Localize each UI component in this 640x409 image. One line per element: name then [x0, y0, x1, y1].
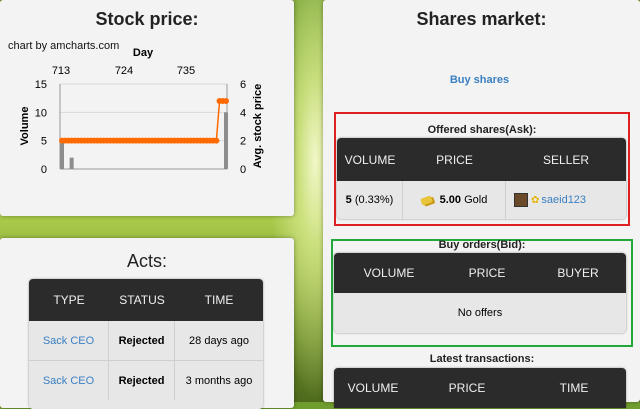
acts-panel: Acts: TYPE STATUS TIME Sack CEO Rejected… — [0, 238, 294, 409]
act-type-link[interactable]: Sack CEO — [29, 361, 109, 400]
act-status: Rejected — [109, 321, 175, 360]
bid-header-volume: VOLUME — [363, 266, 415, 280]
ask-volume-value: 5 — [345, 194, 352, 206]
acts-title: Acts: — [126, 251, 167, 271]
volume-bar — [60, 140, 64, 169]
tx-header-time: TIME — [559, 381, 589, 395]
transactions-table: VOLUME PRICE TIME — [334, 368, 626, 408]
shares-market-title: Shares market: — [416, 9, 547, 29]
acts-header-time: TIME — [204, 293, 234, 307]
star-icon: ✿ — [531, 194, 540, 206]
ask-seller: ✿ saeid123 — [506, 181, 626, 219]
transactions-title: Latest transactions: — [429, 353, 535, 365]
ask-header-price: PRICE — [436, 152, 473, 167]
ask-volume-percent: (0.33%) — [354, 194, 394, 206]
bid-table-header: VOLUME PRICE BUYER — [334, 253, 626, 293]
price-point — [223, 98, 229, 104]
tx-header-volume: VOLUME — [347, 381, 399, 395]
chart-grid — [59, 83, 228, 170]
chart-ylabel: Volume — [19, 107, 31, 146]
buy-shares-link[interactable]: Buy shares — [323, 74, 636, 86]
tx-header-price: PRICE — [448, 381, 486, 395]
price-point — [213, 137, 220, 144]
ask-price-value: 5.00 — [439, 194, 462, 206]
acts-table: TYPE STATUS TIME Sack CEO Rejected 28 da… — [29, 279, 263, 409]
y2-tick-label: 2 — [240, 136, 246, 148]
bid-header-price: PRICE — [468, 266, 506, 280]
price-points — [59, 98, 229, 144]
act-time: 3 months ago — [185, 374, 253, 387]
stock-chart: Day 713 724 735 0 5 10 15 0 2 4 6 Volume Avg. st… — [19, 47, 264, 176]
avatar — [514, 193, 528, 207]
x-tick-label: 713 — [52, 65, 70, 77]
x-tick-label: 724 — [115, 65, 133, 77]
y-tick-label: 5 — [41, 136, 47, 148]
price-line — [62, 100, 226, 142]
gold-icon — [419, 194, 433, 206]
y-tick-label: 15 — [35, 79, 47, 91]
y2-tick-label: 4 — [240, 107, 246, 119]
x-tick-label: 735 — [177, 65, 195, 77]
y2-tick-label: 6 — [240, 79, 246, 91]
act-status: Rejected — [109, 361, 175, 400]
table-row: Sack CEO Rejected 28 days ago — [29, 321, 263, 361]
ask-header-seller: SELLER — [542, 152, 590, 167]
y-tick-label: 0 — [41, 164, 47, 176]
bid-title: Buy orders(Bid): — [438, 239, 526, 251]
bid-empty-message: No offers — [457, 307, 503, 319]
transactions-table-header: VOLUME PRICE TIME — [334, 368, 626, 408]
x-ticks: 713 724 735 — [52, 65, 195, 77]
act-type-link[interactable]: Sack CEO — [29, 321, 109, 360]
ask-price-currency: Gold — [464, 194, 488, 206]
volume-bar — [224, 112, 228, 169]
table-row: 5 (0.33%) 5.00 Gold ✿ saeid123 — [337, 181, 626, 219]
y-ticks: 0 5 10 15 — [35, 79, 47, 176]
y2-ticks: 0 2 4 6 — [240, 79, 246, 176]
table-row: Sack CEO Rejected 3 months ago — [29, 361, 263, 400]
act-time: 28 days ago — [189, 334, 249, 347]
acts-header-type: TYPE — [53, 293, 85, 307]
ask-volume: 5 (0.33%) — [337, 181, 403, 219]
ask-table: VOLUME PRICE SELLER 5 (0.33%) 5.00 Gold … — [337, 138, 626, 219]
volume-bar — [69, 157, 74, 169]
seller-link[interactable]: saeid123 — [541, 194, 586, 206]
stock-price-panel: Stock price: chart by amcharts.com Day 7… — [0, 0, 294, 216]
bid-table: VOLUME PRICE BUYER No offers — [334, 253, 626, 333]
y2-tick-label: 0 — [240, 164, 246, 176]
acts-header-status: STATUS — [119, 293, 165, 307]
ask-title: Offered shares(Ask): — [427, 124, 537, 136]
chart-y2label: Avg. stock price — [252, 84, 264, 169]
chart-xlabel: Day — [133, 47, 154, 59]
bid-header-buyer: BUYER — [557, 266, 599, 280]
acts-table-header: TYPE STATUS TIME — [29, 279, 263, 321]
y-tick-label: 10 — [35, 107, 47, 119]
ask-table-header: VOLUME PRICE SELLER — [337, 138, 626, 181]
ask-header-volume: VOLUME — [344, 152, 396, 167]
ask-price: 5.00 Gold — [403, 181, 506, 219]
